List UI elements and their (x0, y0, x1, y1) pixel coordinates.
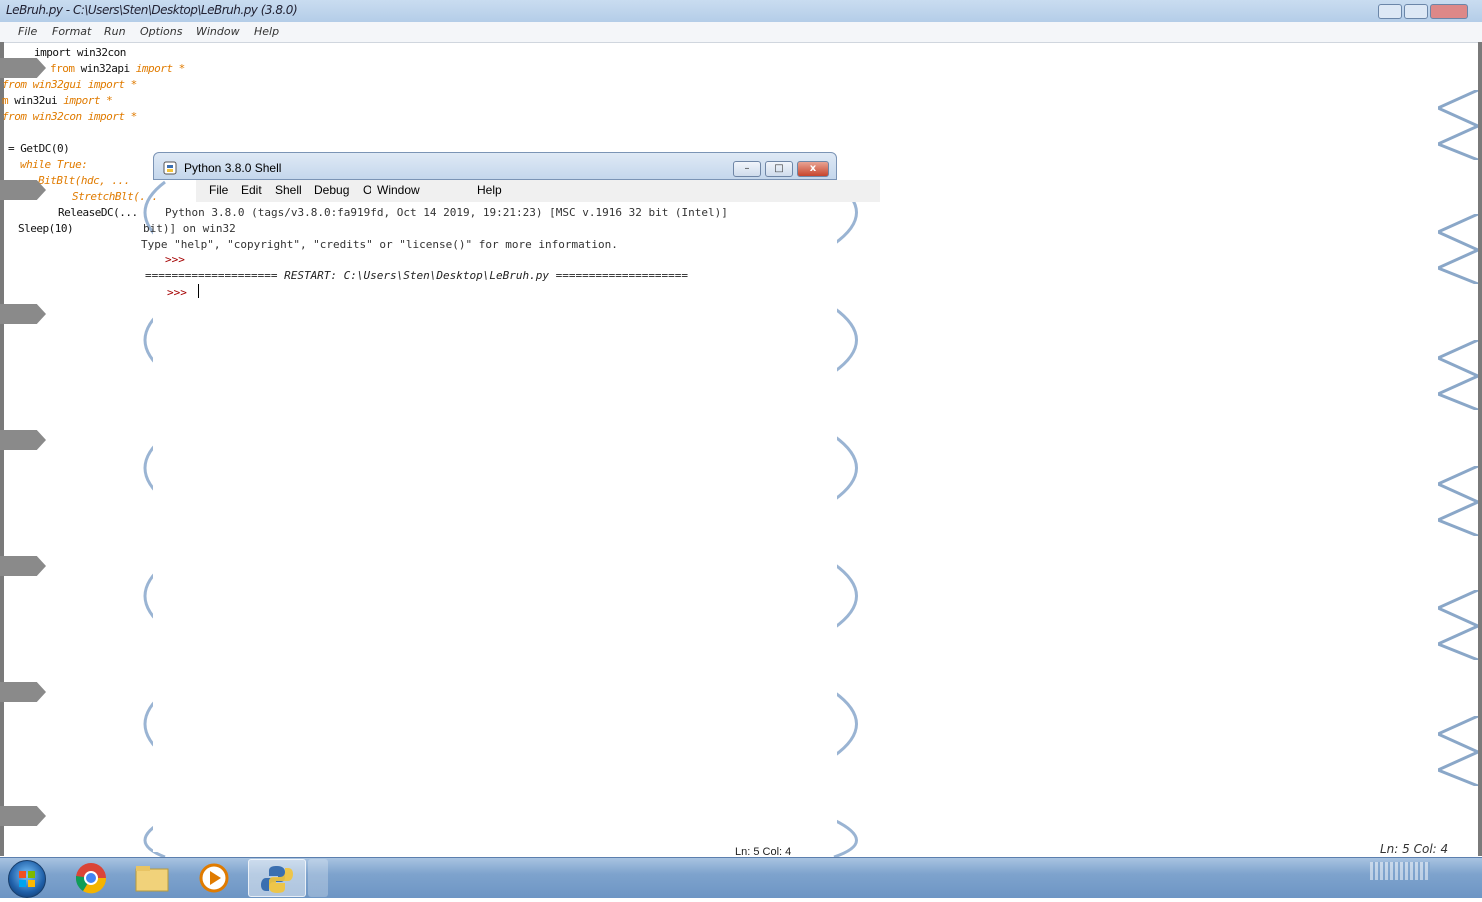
glitch-artifact (0, 806, 46, 826)
editor-menu-run[interactable]: Run (104, 25, 126, 38)
close-button[interactable]: x (797, 161, 829, 177)
media-player-icon (199, 863, 229, 893)
glitch-artifact (0, 430, 46, 450)
taskbar-media-player[interactable] (186, 859, 244, 897)
shell-banner-line: Type "help", "copyright", "credits" or "… (141, 238, 618, 251)
editor-titlebar: LeBruh.py - C:\Users\Sten\Desktop\LeBruh… (0, 0, 1482, 23)
start-button[interactable] (8, 860, 46, 898)
editor-menu-file[interactable]: File (18, 25, 37, 38)
code-line: from win32gui import * (2, 78, 137, 91)
folder-icon (135, 866, 169, 892)
shell-window-title: Python 3.8.0 Shell (184, 161, 282, 175)
chrome-icon (75, 863, 107, 894)
glitch-artifact (1438, 466, 1478, 536)
glitch-artifact (1438, 590, 1478, 660)
editor-maximize-button[interactable] (1404, 4, 1428, 19)
code-line: while True: (20, 158, 88, 171)
menu-help[interactable]: Help (477, 183, 502, 197)
menu-debug[interactable]: Debug (314, 183, 349, 197)
editor-menu-format[interactable]: Format (52, 25, 91, 38)
editor-close-button[interactable] (1430, 4, 1468, 19)
minimize-button[interactable]: – (733, 161, 761, 177)
shell-output-area[interactable]: Python 3.8.0 (tags/v3.8.0:fa919fd, Oct 1… (141, 202, 837, 852)
glitch-artifact (1438, 340, 1478, 410)
shell-banner-line: Python 3.8.0 (tags/v3.8.0:fa919fd, Oct 1… (165, 206, 728, 219)
shell-banner-line: bit)] on win32 (143, 222, 236, 235)
editor-minimize-button[interactable] (1378, 4, 1402, 19)
glitch-artifact (0, 682, 46, 702)
taskbar-python-idle[interactable] (248, 859, 306, 897)
glitch-artifact (0, 58, 46, 78)
code-line: from win32con import * (2, 110, 137, 123)
code-line: = GetDC(0) (8, 142, 70, 155)
system-tray-clock[interactable] (1370, 862, 1430, 880)
editor-menu-help[interactable]: Help (254, 25, 279, 38)
text-cursor (198, 284, 199, 298)
editor-menu-options[interactable]: Options (140, 25, 182, 38)
maximize-button[interactable]: □ (765, 161, 793, 177)
glitch-artifact (0, 180, 46, 200)
editor-window-title: LeBruh.py - C:\Users\Sten\Desktop\LeBruh… (6, 3, 298, 17)
taskbar (0, 857, 1482, 898)
taskbar-chrome[interactable] (62, 859, 120, 897)
shell-titlebar[interactable]: Python 3.8.0 Shell – □ x (153, 152, 837, 180)
menu-options[interactable]: Options (363, 183, 371, 197)
python-icon (261, 866, 293, 893)
shell-menubar: File Edit Shell Debug Options Window Hel… (196, 180, 880, 202)
menu-file[interactable]: File (209, 183, 228, 197)
windows-logo-icon (19, 871, 35, 887)
code-line: import win32con (34, 46, 126, 59)
code-line: BitBlt(hdc, ... (38, 174, 130, 187)
taskbar-overflow[interactable] (308, 859, 328, 897)
restart-banner: ==================== RESTART: C:\Users\S… (145, 269, 689, 282)
glitch-artifact (0, 304, 46, 324)
taskbar-explorer[interactable] (124, 859, 182, 897)
menu-edit[interactable]: Edit (241, 183, 262, 197)
python-shell-window: Python 3.8.0 Shell – □ x File Edit Shell… (141, 152, 880, 859)
editor-status-bar: Ln: 5 Col: 4 (1380, 842, 1449, 856)
editor-right-border (1478, 42, 1482, 856)
glitch-artifact (1438, 214, 1478, 284)
menu-window[interactable]: Window (377, 183, 420, 197)
glitch-artifact (1438, 716, 1478, 786)
code-line: Sleep(10) (18, 222, 74, 235)
code-line: from win32api import * (50, 62, 185, 75)
menu-shell[interactable]: Shell (275, 183, 302, 197)
code-line: m win32ui import * (2, 94, 113, 107)
glitch-artifact (1438, 90, 1478, 160)
python-icon (163, 161, 177, 175)
editor-menubar: File Format Run Options Window Help (0, 22, 1482, 43)
editor-menu-window[interactable]: Window (196, 25, 240, 38)
shell-prompt: >>> (167, 286, 187, 299)
shell-prompt-old: >>> (165, 253, 185, 266)
glitch-artifact (0, 556, 46, 576)
